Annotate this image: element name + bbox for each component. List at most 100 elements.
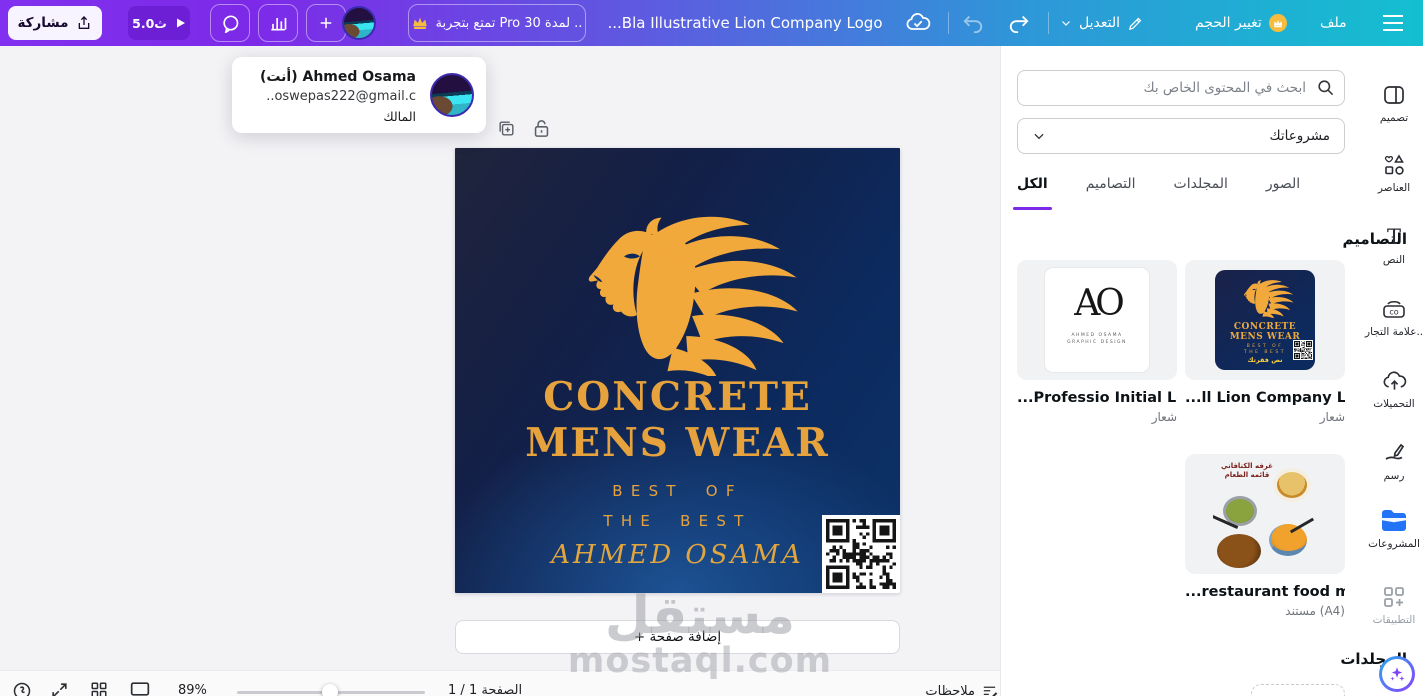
add-collaborator-button[interactable]	[306, 4, 346, 42]
user-avatar[interactable]	[342, 6, 376, 40]
tagline-line1[interactable]: BEST OF	[455, 482, 900, 500]
thumb-text: AHMED OSAMA	[1071, 333, 1123, 338]
file-menu[interactable]: ملف	[1320, 0, 1347, 46]
rail-text[interactable]: T النص	[1365, 224, 1423, 266]
design-type: شعار	[1151, 410, 1177, 424]
thumb-text: CONCRETE	[1233, 322, 1297, 332]
elements-icon	[1365, 152, 1423, 178]
notes-label: ملاحظات	[925, 684, 975, 696]
chevron-down-icon	[1060, 17, 1072, 29]
rail-apps[interactable]: التطبيقات	[1365, 584, 1423, 626]
redo-icon[interactable]	[1008, 13, 1030, 37]
rail-uploads[interactable]: التحميلات	[1365, 368, 1423, 410]
design-thumbnail[interactable]: غرفه الكنافاني قائمه الطعام	[1185, 454, 1345, 574]
search-input[interactable]	[1017, 70, 1345, 106]
top-toolbar: مشاركة 5.0ث تمتع بتجربة Pro لمدة 30 .. .…	[0, 0, 1423, 46]
tab-folders[interactable]: المجلدات	[1174, 170, 1228, 206]
toolbar-divider	[1048, 12, 1049, 34]
add-page-button[interactable]: + إضافة صفحة	[455, 620, 900, 654]
status-bar: 89% الصفحة 1 / 1 ملاحظات	[0, 670, 1000, 696]
fullscreen-icon[interactable]	[50, 681, 70, 696]
undo-icon[interactable]	[962, 13, 984, 37]
owner-tooltip: Ahmed Osama (أنت) ..oswepas222@gmail.c ا…	[232, 57, 486, 133]
food-thumb-graphic: غرفه الكنافاني قائمه الطعام	[1213, 458, 1317, 570]
design-thumbnail[interactable]: CONCRETE MENS WEAR BEST OF THE BEST نص ف…	[1185, 260, 1345, 380]
design-icon	[1365, 82, 1423, 108]
toolbar-divider	[948, 12, 949, 34]
lion-thumb-graphic: CONCRETE MENS WEAR BEST OF THE BEST نص ف…	[1215, 270, 1315, 370]
rail-brand[interactable]: co علامة التجار..	[1365, 296, 1423, 338]
design-title[interactable]: ...ll Lion Company Logo	[1185, 390, 1345, 406]
tab-all[interactable]: الكل	[1013, 170, 1052, 210]
zoom-slider[interactable]	[237, 684, 425, 696]
workspace: Ahmed Osama (أنت) ..oswepas222@gmail.c ا…	[0, 46, 1000, 680]
grid-view-icon[interactable]	[90, 681, 110, 696]
zoom-level: 89%	[178, 683, 207, 696]
brand-title-line2[interactable]: MENS WEAR	[455, 420, 900, 466]
lock-page-icon[interactable]	[533, 119, 553, 139]
hamburger-menu-icon[interactable]	[1382, 14, 1404, 36]
qr-code	[1293, 340, 1313, 360]
edit-menu[interactable]: التعديل	[1060, 0, 1144, 46]
present-timer-button[interactable]: 5.0ث	[128, 6, 190, 40]
folder-item[interactable]	[1251, 684, 1345, 696]
page-indicator: الصفحة 1 / 1	[448, 683, 523, 696]
insights-button[interactable]	[258, 4, 298, 42]
duration-icon[interactable]	[12, 681, 32, 696]
brand-hub-icon: co	[1365, 296, 1423, 322]
apps-icon	[1365, 584, 1423, 610]
assistant-button[interactable]	[1379, 656, 1415, 692]
bar-chart-icon	[268, 13, 288, 33]
document-title[interactable]: ...Bla Illustrative Lion Company Logo	[560, 0, 930, 46]
add-page-label: + إضافة صفحة	[633, 629, 722, 645]
comment-icon	[220, 13, 240, 33]
dropdown-value: مشروعاتك	[1269, 128, 1330, 144]
owner-role: المالك	[383, 109, 416, 124]
pencil-icon	[1127, 15, 1144, 32]
projects-folder-icon	[1365, 508, 1423, 534]
rail-projects[interactable]: المشروعات	[1365, 508, 1423, 550]
text-icon: T	[1386, 225, 1401, 249]
design-page[interactable]: CONCRETE MENS WEAR BEST OF THE BEST AHME…	[455, 148, 900, 593]
thumb-text: قائمه الطعام	[1224, 471, 1270, 479]
design-thumbnail[interactable]: AO AHMED OSAMA GRAPHIC DESIGN	[1017, 260, 1177, 380]
lion-logo-graphic	[543, 200, 813, 376]
design-type: شعار	[1319, 410, 1345, 424]
ao-thumb-graphic: AO AHMED OSAMA GRAPHIC DESIGN	[1045, 268, 1149, 372]
design-type: مستند (A4)	[1285, 604, 1345, 618]
resize-label: تغيير الحجم	[1195, 15, 1262, 31]
projects-panel: مشروعاتك الكل التصاميم المجلدات الصور ال…	[1000, 46, 1423, 696]
brand-title-line1[interactable]: CONCRETE	[455, 374, 900, 420]
notes-button[interactable]: ملاحظات	[902, 683, 998, 696]
zoom-slider-thumb[interactable]	[322, 684, 338, 696]
draw-pen-icon	[1365, 440, 1423, 466]
design-card-ao[interactable]: AO AHMED OSAMA GRAPHIC DESIGN ...Profess…	[1017, 260, 1177, 424]
design-card-lion[interactable]: CONCRETE MENS WEAR BEST OF THE BEST نص ف…	[1185, 260, 1345, 424]
timer-label: 5.0ث	[132, 15, 167, 31]
share-button[interactable]: مشاركة	[8, 6, 102, 40]
qr-code[interactable]	[822, 515, 900, 593]
owner-avatar	[430, 73, 474, 117]
thumb-text: GRAPHIC DESIGN	[1067, 340, 1127, 345]
design-title[interactable]: ...restaurant food menu	[1185, 584, 1345, 600]
tab-images[interactable]: الصور	[1266, 170, 1300, 206]
page-view-icon[interactable]	[130, 681, 150, 696]
thumb-text: غرفه الكنافاني	[1221, 462, 1273, 470]
chevron-down-icon	[1032, 129, 1046, 143]
rail-draw[interactable]: رسم	[1365, 440, 1423, 482]
owner-name: Ahmed Osama (أنت)	[259, 69, 416, 85]
comments-button[interactable]	[210, 4, 250, 42]
rail-elements[interactable]: العناصر	[1365, 152, 1423, 194]
resize-button[interactable]: تغيير الحجم	[1195, 0, 1287, 46]
svg-text:co: co	[1389, 308, 1398, 317]
tab-designs[interactable]: التصاميم	[1086, 170, 1136, 206]
share-upload-icon	[76, 15, 92, 31]
duplicate-page-icon[interactable]	[497, 119, 517, 139]
upload-cloud-icon	[1365, 368, 1423, 394]
rail-design[interactable]: تصميم	[1365, 82, 1423, 124]
play-icon	[174, 17, 186, 29]
design-title[interactable]: ...Professio Initial Logo	[1017, 390, 1177, 406]
content-tabs: الكل التصاميم المجلدات الصور	[1013, 170, 1345, 210]
source-dropdown[interactable]: مشروعاتك	[1017, 118, 1345, 154]
design-card-restaurant[interactable]: غرفه الكنافاني قائمه الطعام ...restauran…	[1185, 454, 1345, 618]
